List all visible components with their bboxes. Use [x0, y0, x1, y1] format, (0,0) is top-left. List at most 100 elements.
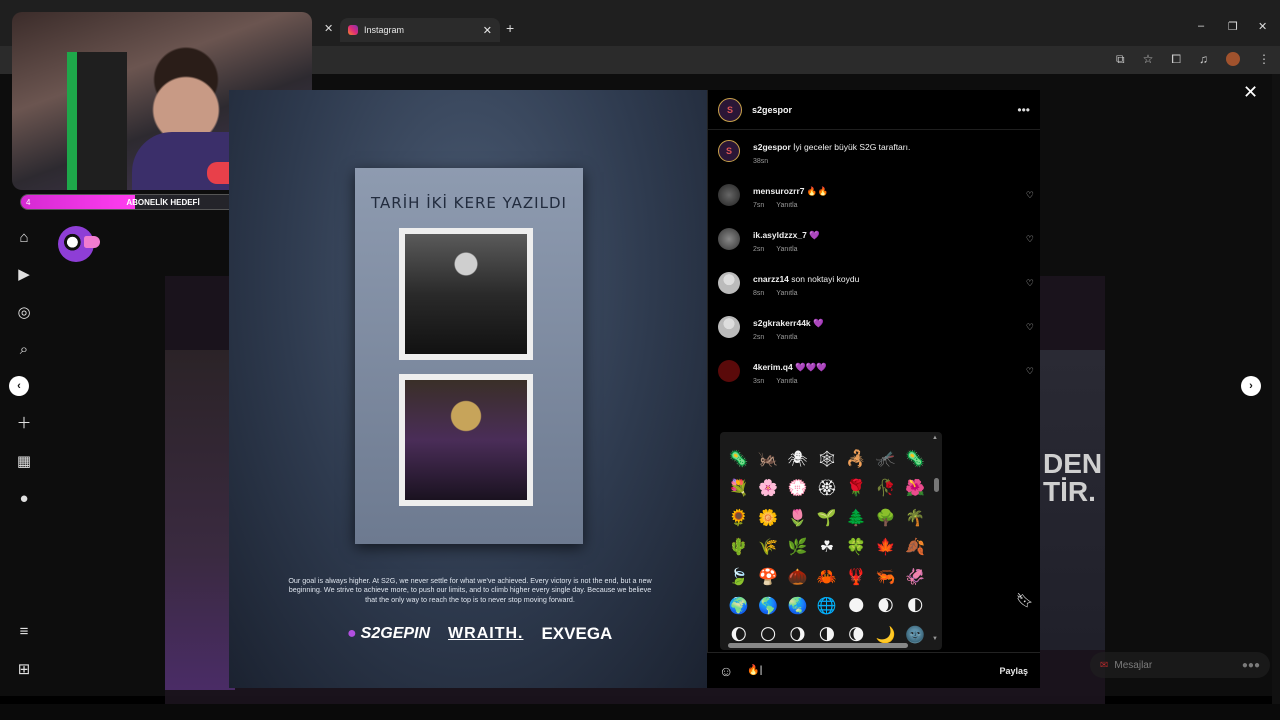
emoji-option[interactable]: 🌎	[753, 591, 782, 620]
emoji-option[interactable]: 🌾	[753, 532, 782, 561]
like-heart-icon[interactable]: ♡	[1026, 234, 1034, 245]
apps-icon[interactable]: ⊞	[12, 658, 36, 682]
emoji-option[interactable]: 🦑	[900, 562, 929, 591]
comment-user[interactable]: mensurozrr7	[753, 186, 805, 196]
extensions-icon[interactable]: ⧠	[1171, 52, 1181, 67]
emoji-option[interactable]: 🕷	[783, 444, 812, 473]
emoji-option[interactable]: 🌴	[900, 503, 929, 532]
comment-user[interactable]: 4kerim.q4	[753, 362, 793, 372]
more-options-icon[interactable]: •••	[1017, 103, 1030, 117]
avatar[interactable]	[718, 316, 740, 338]
bookmark-icon[interactable]: 🔖︎	[1016, 592, 1034, 609]
like-heart-icon[interactable]: ♡	[1026, 322, 1034, 333]
insights-icon[interactable]: ▦	[12, 450, 36, 474]
page-scrollbar[interactable]	[1272, 74, 1280, 704]
emoji-option[interactable]: 🌹	[842, 473, 871, 502]
emoji-option[interactable]: 🍃	[724, 562, 753, 591]
emoji-option[interactable]: 🦟	[871, 444, 900, 473]
reels-icon[interactable]: ▶	[12, 263, 36, 287]
comment-user[interactable]: s2gkrakerr44k	[753, 318, 811, 328]
avatar[interactable]	[718, 272, 740, 294]
emoji-option[interactable]: 🌵	[724, 532, 753, 561]
close-previous-tab-icon[interactable]: ✕	[324, 22, 333, 35]
previous-post-button[interactable]: ‹	[9, 376, 29, 396]
emoji-option[interactable]: 🦠	[724, 444, 753, 473]
emoji-option[interactable]: ☘	[812, 532, 841, 561]
emoji-option[interactable]: 🌱	[812, 503, 841, 532]
close-modal-icon[interactable]: ✕	[1243, 82, 1258, 103]
reply-button[interactable]: Yanıtla	[776, 378, 797, 385]
emoji-option[interactable]: 🌷	[783, 503, 812, 532]
like-heart-icon[interactable]: ♡	[1026, 366, 1034, 377]
star-icon[interactable]: ☆	[1143, 52, 1154, 67]
emoji-option[interactable]: 🕸	[812, 444, 841, 473]
emoji-toggle-icon[interactable]: ☺	[719, 663, 733, 679]
emoji-option[interactable]: 🦞	[842, 562, 871, 591]
emoji-option[interactable]: 🌿	[783, 532, 812, 561]
reply-button[interactable]: Yanıtla	[776, 334, 797, 341]
new-tab-button[interactable]: +	[506, 20, 514, 36]
emoji-option[interactable]: 🌰	[783, 562, 812, 591]
profile-icon[interactable]	[1226, 52, 1240, 66]
emoji-option[interactable]: 🏵	[812, 473, 841, 502]
emoji-option[interactable]: 🌻	[724, 503, 753, 532]
close-tab-icon[interactable]: ✕	[483, 24, 492, 37]
avatar[interactable]	[718, 228, 740, 250]
next-post-button[interactable]: ›	[1241, 376, 1261, 396]
more-menu-icon[interactable]: ≡	[12, 620, 36, 644]
emoji-option[interactable]: 🌸	[753, 473, 782, 502]
emoji-option[interactable]: 🦗	[753, 444, 782, 473]
reply-button[interactable]: Yanıtla	[776, 290, 797, 297]
post-author[interactable]: s2gespor	[752, 105, 792, 115]
comment-user[interactable]: cnarzz14	[753, 274, 789, 284]
like-heart-icon[interactable]: ♡	[1026, 190, 1034, 201]
emoji-option[interactable]: 🌐	[812, 591, 841, 620]
avatar[interactable]: S	[718, 97, 742, 122]
profile-nav-icon[interactable]: ●	[12, 487, 36, 511]
emoji-option[interactable]: 🌼	[753, 503, 782, 532]
reply-button[interactable]: Yanıtla	[776, 202, 797, 209]
emoji-option[interactable]: 💮	[783, 473, 812, 502]
emoji-vertical-scrollbar[interactable]	[934, 442, 939, 638]
emoji-option[interactable]: 🦂	[842, 444, 871, 473]
emoji-option[interactable]: 🌑	[842, 591, 871, 620]
emoji-option[interactable]: 🌲	[842, 503, 871, 532]
like-heart-icon[interactable]: ♡	[1026, 278, 1034, 289]
emoji-option[interactable]: 🦐	[871, 562, 900, 591]
menu-icon[interactable]: ⋮	[1258, 52, 1270, 67]
share-button[interactable]: Paylaş	[999, 666, 1028, 676]
post-image[interactable]: TARİH İKİ KERE YAZILDI Our goal is alway…	[229, 90, 707, 688]
scroll-down-icon[interactable]: ▼	[932, 636, 938, 642]
media-icon[interactable]: ♫	[1199, 52, 1208, 67]
emoji-option[interactable]: 🌓	[900, 591, 929, 620]
emoji-option[interactable]: 🍁	[871, 532, 900, 561]
emoji-option[interactable]: 🍄	[753, 562, 782, 591]
emoji-option[interactable]: 🍂	[900, 532, 929, 561]
avatar[interactable]: S	[718, 140, 740, 162]
scroll-up-icon[interactable]: ▲	[932, 435, 938, 441]
caption-user[interactable]: s2gespor	[753, 142, 791, 152]
maximize-button[interactable]: ❐	[1228, 20, 1238, 33]
install-icon[interactable]: ⧉	[1116, 52, 1125, 67]
explore-icon[interactable]: ◎	[12, 301, 36, 325]
minimize-button[interactable]: –	[1198, 20, 1204, 32]
emoji-option[interactable]: 🥀	[871, 473, 900, 502]
search-icon[interactable]: ⌕	[12, 338, 36, 362]
comment-input[interactable]: 🔥|	[747, 665, 999, 676]
messages-bar[interactable]: ✉ Mesajlar ●●●	[1090, 652, 1270, 678]
emoji-option[interactable]: 🌍	[724, 591, 753, 620]
avatar[interactable]	[718, 184, 740, 206]
emoji-option[interactable]: 🦠	[900, 444, 929, 473]
create-icon[interactable]: ＋	[12, 412, 36, 436]
emoji-option[interactable]: 🍀	[842, 532, 871, 561]
emoji-option[interactable]: 🌺	[900, 473, 929, 502]
emoji-option[interactable]: 🌏	[783, 591, 812, 620]
emoji-option[interactable]: 🌒	[871, 591, 900, 620]
avatar[interactable]	[718, 360, 740, 382]
home-icon[interactable]: ⌂	[12, 226, 36, 250]
emoji-option[interactable]: 🌳	[871, 503, 900, 532]
emoji-option[interactable]: 🦀	[812, 562, 841, 591]
comment-user[interactable]: ik.asyldzzx_7	[753, 230, 807, 240]
reply-button[interactable]: Yanıtla	[776, 246, 797, 253]
close-window-button[interactable]: ✕	[1258, 20, 1267, 33]
